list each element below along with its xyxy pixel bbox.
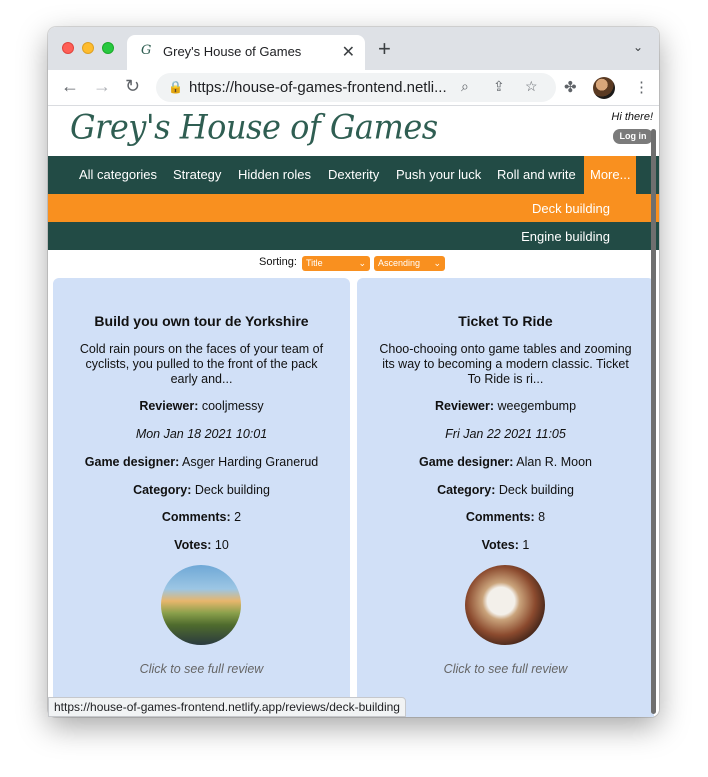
tab-search-icon[interactable]: ⌄ [633,40,643,54]
lock-icon: 🔒 [168,80,183,94]
review-excerpt: Choo-chooing onto game tables and zoomin… [379,342,632,386]
category-label: Category: [133,483,192,497]
back-icon[interactable]: ← [61,76,79,97]
comments-value: 8 [538,510,546,524]
review-date: Mon Jan 18 2021 10:01 [135,427,268,441]
browser-window: G Grey's House of Games ✕ + ⌄ ← → ↻ 🔒 ht… [48,27,659,717]
address-bar[interactable]: 🔒 https://house-of-games-frontend.netli.… [156,73,556,102]
review-card[interactable]: Ticket To Ride Choo-chooing onto game ta… [357,278,654,717]
bookmark-star-icon[interactable]: ☆ [525,78,538,95]
close-window-button[interactable] [62,42,74,54]
category-nav: All categories Strategy Hidden roles Dex… [48,156,659,194]
designer-value: Alan R. Moon [516,455,592,469]
category-value: Deck building [194,483,270,497]
zoom-icon[interactable]: ⌕ [461,78,469,95]
sort-by-value: Title [306,258,323,268]
reviewer-row: Reviewer: cooljmessy [53,399,350,413]
browser-toolbar: ← → ↻ 🔒 https://house-of-games-frontend.… [48,70,659,106]
reviewer-value: cooljmessy [201,399,264,413]
votes-row: Votes: 1 [357,538,654,552]
review-excerpt: Cold rain pours on the faces of your tea… [79,342,324,386]
comments-row: Comments: 8 [357,510,654,524]
review-date: Fri Jan 22 2021 11:05 [445,427,566,441]
designer-value: Asger Harding Granerud [182,455,319,469]
tab-title: Grey's House of Games [163,44,302,59]
votes-label: Votes: [174,538,212,552]
comments-value: 2 [234,510,242,524]
dropdown-item-label: Engine building [521,229,610,244]
comments-label: Comments: [161,510,231,524]
review-card[interactable]: Build you own tour de Yorkshire Cold rai… [53,278,350,717]
nav-more-label: More... [590,167,631,182]
dropdown-item-engine-building[interactable]: Engine building [48,222,659,250]
category-row: Category: Deck building [357,483,654,497]
page-scrollbar[interactable] [651,129,656,714]
share-icon[interactable]: ⇪ [493,78,505,95]
close-tab-icon[interactable]: ✕ [342,42,355,62]
nav-item-roll-and-write[interactable]: Roll and write [497,167,576,182]
chevron-down-icon: ⌄ [433,258,441,268]
review-thumbnail[interactable] [465,565,545,645]
designer-row: Game designer: Alan R. Moon [357,455,654,469]
new-tab-icon[interactable]: + [378,36,391,62]
comments-label: Comments: [465,510,535,524]
site-logo[interactable]: Grey's House of Games [70,107,438,147]
designer-row: Game designer: Asger Harding Granerud [53,455,350,469]
full-review-link[interactable]: Click to see full review [53,662,350,676]
maximize-window-button[interactable] [102,42,114,54]
tab-bar: G Grey's House of Games ✕ + ⌄ [48,27,659,70]
nav-item-all-categories[interactable]: All categories [79,167,157,182]
dropdown-item-label: Deck building [531,201,610,216]
category-label: Category: [437,483,496,497]
nav-more-button[interactable]: More... [584,156,636,194]
menu-kebab-icon[interactable]: ⋮ [634,78,649,96]
minimize-window-button[interactable] [82,42,94,54]
reviewer-row: Reviewer: weegembump [357,399,654,413]
favicon-icon: G [141,43,152,58]
reload-icon[interactable]: ↻ [125,76,140,97]
votes-label: Votes: [481,538,519,552]
extensions-icon[interactable]: ✤ [564,78,577,96]
designer-label: Game designer: [84,455,180,469]
dropdown-item-deck-building[interactable]: Deck building [48,194,659,222]
forward-icon[interactable]: → [93,76,111,97]
reviewer-value: weegembump [497,399,577,413]
review-title: Build you own tour de Yorkshire [94,313,309,329]
nav-item-push-your-luck[interactable]: Push your luck [396,167,481,182]
url-text[interactable]: https://house-of-games-frontend.netli... [189,79,461,96]
order-select[interactable]: Ascending ⌄ [374,256,445,271]
reviewer-label: Reviewer: [139,399,199,413]
page-viewport: Grey's House of Games Hi there! Log in A… [48,106,659,717]
profile-avatar[interactable] [593,77,615,99]
nav-item-hidden-roles[interactable]: Hidden roles [238,167,311,182]
sorting-label: Sorting: [259,256,297,268]
greeting-text: Hi there! [611,111,653,123]
reviewer-label: Reviewer: [434,399,495,413]
chevron-down-icon: ⌄ [358,258,366,268]
category-value: Deck building [498,483,574,497]
votes-value: 10 [214,538,229,552]
nav-item-strategy[interactable]: Strategy [173,167,221,182]
sort-by-select[interactable]: Title ⌄ [302,256,370,271]
review-thumbnail[interactable] [161,565,241,645]
login-button[interactable]: Log in [613,129,653,144]
order-value: Ascending [378,258,421,268]
review-title: Ticket To Ride [458,313,553,329]
browser-tab[interactable]: G Grey's House of Games ✕ [127,35,365,70]
votes-row: Votes: 10 [53,538,350,552]
category-row: Category: Deck building [53,483,350,497]
designer-label: Game designer: [418,455,514,469]
full-review-link[interactable]: Click to see full review [357,662,654,676]
comments-row: Comments: 2 [53,510,350,524]
votes-value: 1 [522,538,530,552]
link-status-bar: https://house-of-games-frontend.netlify.… [48,697,406,717]
nav-item-dexterity[interactable]: Dexterity [328,167,379,182]
